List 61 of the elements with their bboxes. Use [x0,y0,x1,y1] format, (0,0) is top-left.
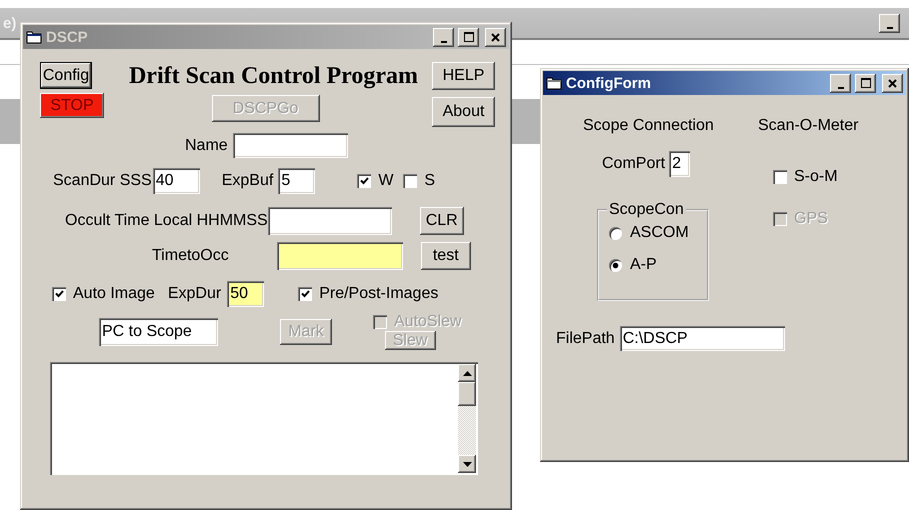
text-field[interactable]: 50 [227,281,264,307]
close-button[interactable] [882,74,903,92]
checkbox-label: Auto Image [73,285,155,303]
scroll-down-button[interactable] [458,455,476,473]
window-title: DSCP [46,28,88,46]
radio-button[interactable] [609,258,622,272]
program-title: Drift Scan Control Program [128,62,418,90]
field-label: FilePath [556,330,615,348]
maximize-icon [464,32,474,42]
checkbox-label: Pre/Post-Images [319,285,438,303]
minimize-icon [440,40,446,42]
maximize-icon [860,78,870,88]
test-button[interactable]: test [420,242,471,270]
scrollbar-track[interactable] [458,364,476,473]
checkbox[interactable] [403,174,418,188]
folder-icon [546,76,562,90]
text-field[interactable] [276,242,403,270]
checkbox-label: S-o-M [794,168,838,186]
close-icon [491,32,500,42]
checkbox[interactable] [298,287,312,301]
minimize-icon [886,26,892,28]
close-icon [888,78,897,88]
checkbox-label: W [378,172,394,190]
group-title: ScopeCon [608,201,685,219]
scroll-thumb[interactable] [458,382,476,406]
text-field[interactable] [268,207,392,235]
checkbox-label: S [424,172,436,190]
field-label: ExpBuf [222,172,274,190]
text-field[interactable]: PC to Scope [99,318,218,346]
field-label: ScanDur SSS [53,172,152,190]
field-label: ComPort [602,155,666,173]
text-field[interactable]: 5 [278,168,316,194]
field-label: ExpDur [168,285,222,303]
field-label: TimetoOcc [152,247,229,265]
radio-button[interactable] [609,226,622,240]
section-heading: Scan-O-Meter [758,117,858,135]
text-field[interactable]: C:\DSCP [620,326,785,351]
maximize-button[interactable] [855,74,876,92]
scroll-up-button[interactable] [458,364,476,382]
text-field[interactable]: 2 [669,151,690,177]
field-label: Name [185,136,228,154]
checkbox[interactable] [357,174,372,188]
checkbox[interactable] [773,170,787,184]
minimize-icon [838,86,844,88]
about-button[interactable]: About [432,97,495,127]
checkbox[interactable] [52,287,66,301]
down-arrow-icon [462,462,472,466]
field-label: Occult Time Local HHMMSS [65,212,268,230]
help-button[interactable]: HELP [432,62,495,90]
window-title: ConfigForm [566,74,651,92]
list-box[interactable] [50,362,478,475]
folder-icon [26,30,42,44]
radio-label: ASCOM [630,224,689,242]
up-arrow-icon [462,370,472,376]
clr-button[interactable]: CLR [420,207,464,235]
radio-label: A-P [630,256,657,274]
text-field[interactable] [232,133,348,158]
config-button[interactable]: Config [40,62,92,89]
section-heading: Scope Connection [583,117,714,135]
minimize-button[interactable] [830,74,851,92]
text-field[interactable]: 40 [152,168,200,194]
